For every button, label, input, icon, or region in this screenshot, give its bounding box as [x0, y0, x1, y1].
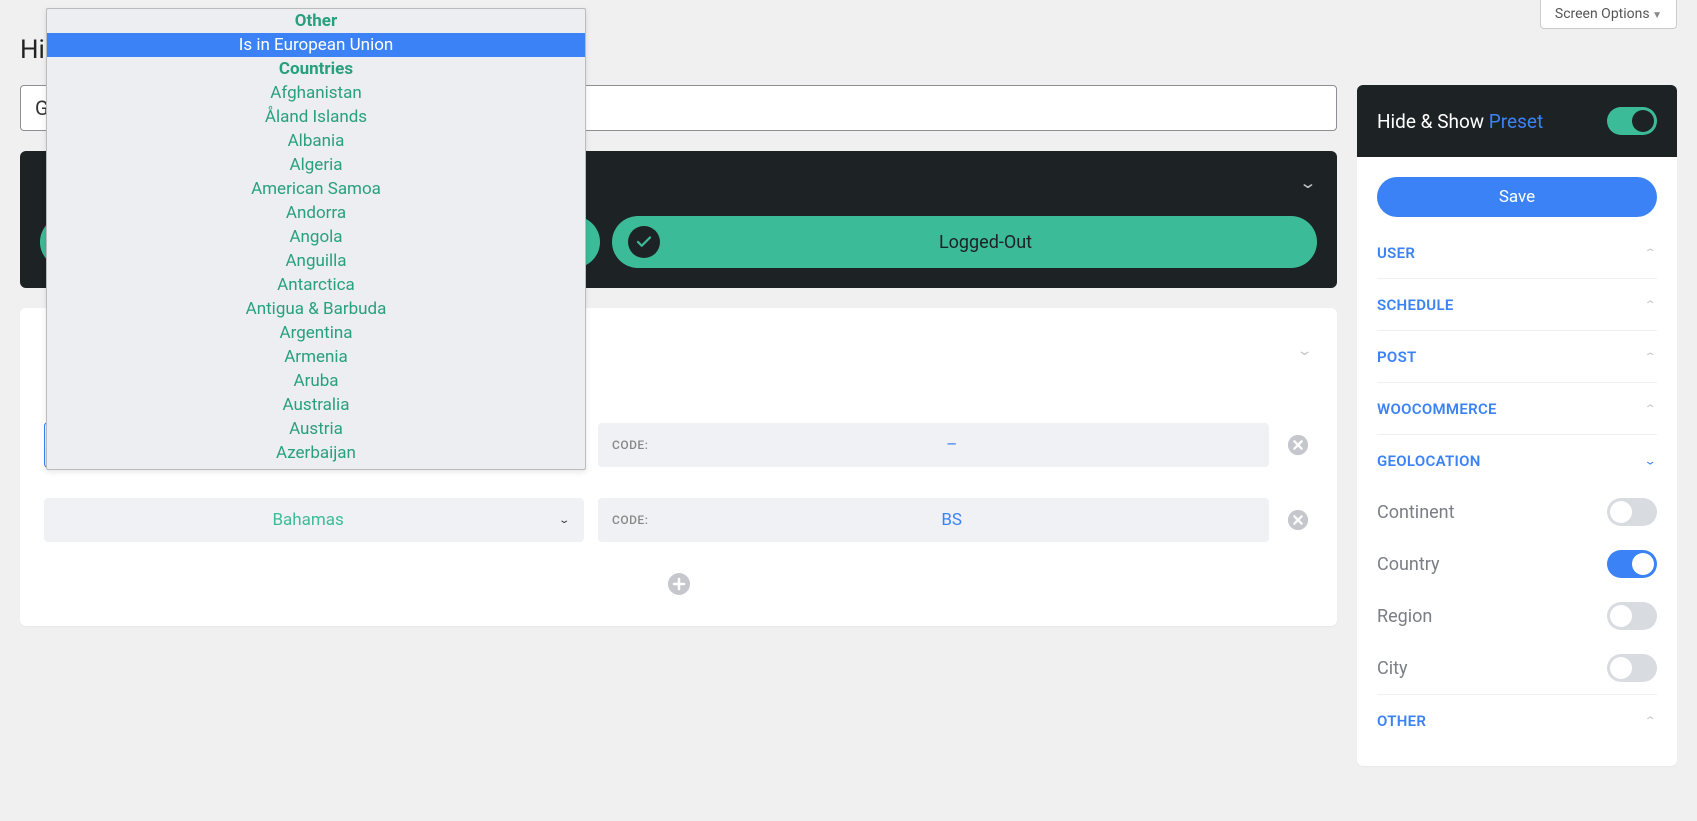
settings-card: Hide & Show Preset Save USER ⌃ SCHEDULE …: [1357, 85, 1677, 766]
dropdown-option[interactable]: Armenia: [47, 345, 585, 369]
remove-icon[interactable]: [1283, 430, 1313, 460]
chevron-up-icon: ⌃: [1644, 246, 1657, 259]
geo-city-row: City: [1377, 642, 1657, 694]
check-icon: [628, 226, 660, 258]
dropdown-option[interactable]: Angola: [47, 225, 585, 249]
code-label: CODE:: [612, 438, 648, 452]
country-toggle[interactable]: [1607, 550, 1657, 578]
code-value: BS: [648, 510, 1255, 530]
dropdown-group-other: Other: [47, 9, 585, 33]
dropdown-option[interactable]: Algeria: [47, 153, 585, 177]
dropdown-option[interactable]: American Samoa: [47, 177, 585, 201]
screen-options-button[interactable]: Screen Options: [1540, 0, 1677, 29]
accordion-user[interactable]: USER ⌃: [1377, 227, 1657, 278]
pill-logged-out[interactable]: Logged-Out: [612, 216, 1317, 268]
accordion-label: POST: [1377, 348, 1417, 366]
dropdown-option[interactable]: Anguilla: [47, 249, 585, 273]
rule-row: Bahamas ⌄ CODE: BS: [44, 498, 1313, 542]
dropdown-option[interactable]: Antarctica: [47, 273, 585, 297]
accordion-label: GEOLOCATION: [1377, 452, 1481, 470]
save-button[interactable]: Save: [1377, 177, 1657, 217]
code-display-2: CODE: BS: [598, 498, 1269, 542]
dropdown-option-eu[interactable]: Is in European Union: [47, 33, 585, 57]
geo-continent-row: Continent: [1377, 486, 1657, 538]
sub-label: Region: [1377, 606, 1432, 627]
chevron-up-icon: ⌃: [1644, 402, 1657, 415]
settings-header: Hide & Show Preset: [1357, 85, 1677, 157]
dropdown-option[interactable]: Åland Islands: [47, 105, 585, 129]
dropdown-scroll[interactable]: Other Is in European Union Countries Afg…: [47, 9, 585, 470]
settings-title: Hide & Show Preset: [1377, 110, 1543, 133]
code-label: CODE:: [612, 513, 648, 527]
city-toggle[interactable]: [1607, 654, 1657, 682]
sub-label: Country: [1377, 554, 1440, 575]
dropdown-option[interactable]: Albania: [47, 129, 585, 153]
accordion-label: SCHEDULE: [1377, 296, 1454, 314]
dropdown-option[interactable]: Andorra: [47, 201, 585, 225]
accordion-label: USER: [1377, 244, 1415, 262]
dropdown-option[interactable]: Bahamas: [47, 465, 585, 470]
code-display-1: CODE: –: [598, 423, 1269, 467]
accordion-schedule[interactable]: SCHEDULE ⌃: [1377, 278, 1657, 330]
accordion-label: OTHER: [1377, 712, 1426, 730]
chevron-up-icon: ⌃: [1644, 714, 1657, 727]
sub-label: City: [1377, 658, 1408, 679]
chevron-up-icon: ⌃: [1644, 298, 1657, 311]
country-select-2[interactable]: Bahamas ⌄: [44, 498, 584, 542]
accordion-geolocation[interactable]: GEOLOCATION ⌄: [1377, 434, 1657, 486]
dropdown-option[interactable]: Austria: [47, 417, 585, 441]
country-dropdown[interactable]: Other Is in European Union Countries Afg…: [46, 8, 586, 470]
chevron-down-icon: ⌄: [558, 514, 570, 525]
dropdown-option[interactable]: Aruba: [47, 369, 585, 393]
accordion-label: WOOCOMMERCE: [1377, 400, 1497, 418]
code-value: –: [648, 435, 1255, 455]
geo-country-row: Country: [1377, 538, 1657, 590]
pill-label: Logged-Out: [670, 232, 1301, 253]
remove-icon[interactable]: [1283, 505, 1313, 535]
sub-label: Continent: [1377, 502, 1455, 523]
dropdown-option[interactable]: Argentina: [47, 321, 585, 345]
chevron-down-icon[interactable]: ⌄: [1296, 342, 1313, 359]
geo-region-row: Region: [1377, 590, 1657, 642]
accordion-woocommerce[interactable]: WOOCOMMERCE ⌃: [1377, 382, 1657, 434]
chevron-down-icon[interactable]: ⌄: [1299, 175, 1317, 193]
dropdown-option[interactable]: Australia: [47, 393, 585, 417]
add-rule-icon[interactable]: [667, 572, 691, 596]
dropdown-option[interactable]: Afghanistan: [47, 81, 585, 105]
chevron-up-icon: ⌃: [1644, 350, 1657, 363]
continent-toggle[interactable]: [1607, 498, 1657, 526]
dropdown-group-countries: Countries: [47, 57, 585, 81]
dropdown-option[interactable]: Antigua & Barbuda: [47, 297, 585, 321]
region-toggle[interactable]: [1607, 602, 1657, 630]
chevron-down-icon: ⌄: [1644, 454, 1657, 467]
select-value: Bahamas: [58, 510, 558, 530]
dropdown-option[interactable]: Azerbaijan: [47, 441, 585, 465]
accordion-other[interactable]: OTHER ⌃: [1377, 694, 1657, 746]
preset-toggle[interactable]: [1607, 107, 1657, 135]
accordion-post[interactable]: POST ⌃: [1377, 330, 1657, 382]
